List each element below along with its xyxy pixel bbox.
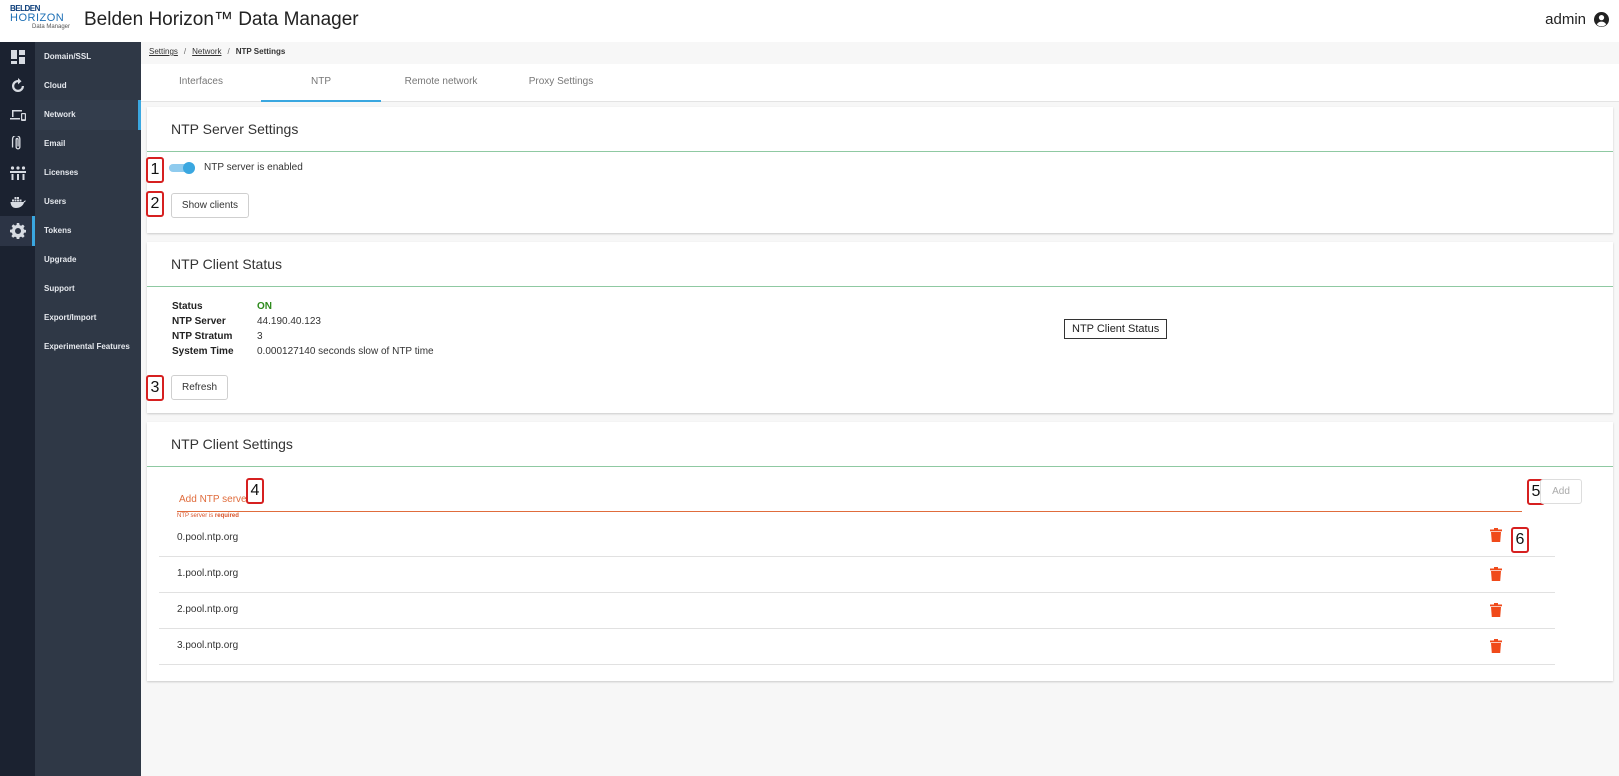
tab-ntp[interactable]: NTP: [261, 64, 381, 102]
toggle-knob: [183, 162, 195, 174]
refresh-button[interactable]: Refresh: [171, 375, 228, 400]
annotation-marker-3: 3: [146, 375, 164, 401]
logo-text-subtitle: Data Manager: [32, 24, 71, 30]
ntp-server-toggle[interactable]: [169, 162, 195, 174]
sidebar-item-domain-ssl[interactable]: Domain/SSL: [35, 42, 141, 72]
sidebar-item-experimental-features[interactable]: Experimental Features: [35, 332, 141, 362]
breadcrumb: Settings / Network / NTP Settings: [149, 47, 285, 56]
annotation-marker-4: 4: [246, 478, 264, 504]
docker-icon: [10, 197, 26, 208]
annotation-marker-1: 1: [146, 157, 164, 183]
system-time-value: 0.000127140 seconds slow of NTP time: [257, 346, 434, 357]
sidebar-item-email[interactable]: Email: [35, 129, 141, 159]
delete-server-button[interactable]: [1490, 603, 1502, 617]
user-menu[interactable]: admin: [1545, 11, 1609, 28]
system-time-label: System Time: [172, 346, 234, 357]
annotation-marker-2: 2: [146, 191, 164, 217]
ntp-server-hostname: 0.pool.ntp.org: [177, 532, 239, 543]
app-header: BELDEN HORIZON Data Manager Belden Horiz…: [0, 0, 1619, 42]
add-button[interactable]: Add: [1540, 479, 1582, 504]
dashboard-icon: [10, 50, 25, 64]
rail-docker[interactable]: [0, 187, 35, 217]
ntp-stratum-value: 3: [257, 331, 263, 342]
delete-server-button[interactable]: [1490, 528, 1502, 542]
sidebar-item-tokens[interactable]: Tokens: [35, 216, 141, 246]
ntp-server-row: 0.pool.ntp.org: [159, 520, 1555, 557]
breadcrumb-separator: /: [227, 47, 230, 56]
sidebar-item-support[interactable]: Support: [35, 274, 141, 304]
error-text: NTP server is: [177, 513, 215, 519]
ntp-server-label: NTP Server: [172, 316, 226, 327]
ntp-server-row: 1.pool.ntp.org: [159, 556, 1555, 593]
ntp-server-value: 44.190.40.123: [257, 316, 321, 327]
refresh-icon: [11, 78, 24, 92]
user-circle-icon: [1594, 12, 1609, 27]
client-status-tooltip: NTP Client Status: [1064, 319, 1168, 339]
input-error-message: NTP server is required: [177, 513, 239, 519]
trash-icon: [1490, 528, 1502, 542]
rail-cloud-sync[interactable]: [0, 71, 35, 101]
sidebar-item-upgrade[interactable]: Upgrade: [35, 245, 141, 275]
app-title: Belden Horizon™ Data Manager: [84, 9, 359, 30]
card-divider: [147, 286, 1613, 287]
delete-server-button[interactable]: [1490, 639, 1502, 653]
card-divider: [147, 466, 1613, 467]
icon-rail: [0, 42, 35, 776]
attachment-icon: [11, 136, 20, 150]
sidebar-item-licenses[interactable]: Licenses: [35, 158, 141, 188]
tab-interfaces[interactable]: Interfaces: [141, 64, 261, 100]
rail-devices[interactable]: [0, 100, 35, 130]
rail-dashboard[interactable]: [0, 42, 35, 72]
ntp-server-hostname: 3.pool.ntp.org: [177, 640, 239, 651]
sidebar-item-export-import[interactable]: Export/Import: [35, 303, 141, 333]
status-label: Status: [172, 301, 203, 312]
username: admin: [1545, 11, 1586, 28]
sidebar-item-cloud[interactable]: Cloud: [35, 71, 141, 101]
logo-text-horizon: HORIZON: [10, 12, 65, 24]
devices-icon: [9, 110, 26, 121]
rail-attachments[interactable]: [0, 129, 35, 159]
breadcrumb-settings-link[interactable]: Settings: [149, 47, 178, 56]
ntp-server-settings-card: NTP Server Settings 1 NTP server is enab…: [146, 107, 1613, 233]
ntp-server-row: 3.pool.ntp.org: [159, 628, 1555, 665]
settings-sidebar: Domain/SSL Cloud Network Email Licenses …: [35, 42, 141, 776]
error-text-bold: required: [214, 513, 239, 519]
delete-server-button[interactable]: [1490, 567, 1502, 581]
tab-proxy-settings[interactable]: Proxy Settings: [501, 64, 621, 100]
ntp-client-status-card: NTP Client Status Status ON NTP Server 4…: [146, 242, 1613, 413]
trash-icon: [1490, 639, 1502, 653]
settings-tabs: Interfaces NTP Remote network Proxy Sett…: [141, 64, 1619, 102]
tab-remote-network[interactable]: Remote network: [381, 64, 501, 100]
ntp-server-toggle-label: NTP server is enabled: [204, 162, 303, 173]
add-ntp-server-input[interactable]: [177, 493, 1481, 506]
annotation-marker-6: 6: [1511, 527, 1529, 553]
breadcrumb-network-link[interactable]: Network: [192, 47, 221, 56]
card-title: NTP Server Settings: [171, 121, 299, 137]
breadcrumb-current: NTP Settings: [235, 47, 286, 56]
show-clients-button[interactable]: Show clients: [171, 193, 249, 218]
gear-icon: [9, 223, 26, 239]
status-value: ON: [257, 301, 272, 312]
trash-icon: [1490, 603, 1502, 617]
card-title: NTP Client Settings: [171, 436, 293, 452]
breadcrumb-separator: /: [183, 47, 187, 56]
network-icon: [9, 166, 26, 180]
rail-network[interactable]: [0, 158, 35, 188]
ntp-server-row: 2.pool.ntp.org: [159, 592, 1555, 629]
ntp-server-hostname: 1.pool.ntp.org: [177, 568, 239, 579]
belden-horizon-logo[interactable]: BELDEN HORIZON Data Manager: [10, 5, 72, 35]
sidebar-item-users[interactable]: Users: [35, 187, 141, 217]
ntp-client-settings-card: NTP Client Settings 4 NTP server is requ…: [147, 422, 1613, 681]
sidebar-item-network[interactable]: Network: [35, 100, 141, 130]
trash-icon: [1490, 567, 1502, 581]
card-title: NTP Client Status: [171, 256, 283, 272]
card-divider: [147, 151, 1613, 152]
ntp-server-hostname: 2.pool.ntp.org: [177, 604, 239, 615]
ntp-stratum-label: NTP Stratum: [172, 331, 233, 342]
add-ntp-server-field: [177, 486, 1522, 512]
rail-settings[interactable]: [0, 216, 35, 246]
